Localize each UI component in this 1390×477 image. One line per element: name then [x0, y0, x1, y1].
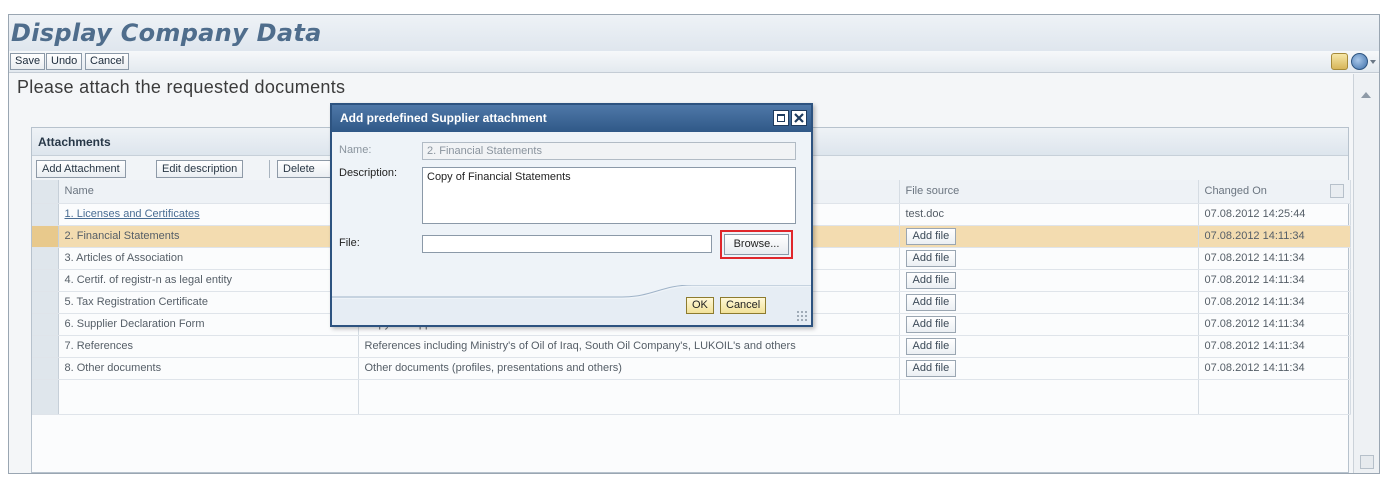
browse-highlight: Browse...	[720, 230, 793, 259]
personalize-icon[interactable]	[1331, 53, 1348, 70]
row-selector	[32, 379, 59, 415]
row-file-source: Add file	[899, 291, 1199, 314]
row-changed-on: 07.08.2012 14:11:34	[1198, 269, 1351, 292]
toolbar-icons	[1331, 53, 1376, 70]
save-button[interactable]: Save	[10, 53, 46, 70]
empty-cell	[58, 379, 359, 415]
row-description: Other documents (profiles, presentations…	[358, 357, 900, 380]
empty-cell	[358, 379, 900, 415]
row-selector[interactable]	[32, 203, 59, 226]
toolbar-separator	[269, 160, 270, 178]
row-name: 8. Other documents	[58, 357, 359, 380]
maximize-icon[interactable]	[773, 110, 789, 126]
row-name: 7. References	[58, 335, 359, 358]
add-file-button[interactable]: Add file	[905, 359, 957, 377]
dialog-title: Add predefined Supplier attachment	[340, 111, 547, 125]
table-row[interactable]: 7. References References including Minis…	[32, 335, 1351, 358]
app-window: Display Company Data Save Undo Cancel Pl…	[8, 14, 1380, 474]
row-selector[interactable]	[32, 357, 59, 380]
add-file-button[interactable]: Add file	[905, 227, 957, 245]
empty-row	[32, 379, 1351, 415]
description-label: Description:	[339, 167, 398, 179]
scroll-down-button[interactable]	[1360, 455, 1374, 469]
dialog-cancel-button[interactable]: Cancel	[720, 297, 767, 314]
attachment-name-link[interactable]: 1. Licenses and Certificates	[65, 208, 200, 220]
cancel-button[interactable]: Cancel	[85, 53, 130, 70]
row-file-source: Add file	[899, 313, 1199, 336]
scroll-up-icon[interactable]	[1361, 92, 1371, 98]
add-file-button[interactable]: Add file	[905, 315, 957, 333]
resize-grip-icon[interactable]	[796, 310, 808, 322]
row-name: 2. Financial Statements	[58, 225, 359, 248]
column-header-file-source[interactable]: File source	[899, 180, 1199, 204]
description-field[interactable]: Copy of Financial Statements	[422, 167, 796, 224]
row-changed-on: 07.08.2012 14:11:34	[1198, 225, 1351, 248]
ok-button[interactable]: OK	[686, 297, 714, 314]
name-field: 2. Financial Statements	[422, 142, 796, 160]
page-title: Display Company Data	[11, 19, 322, 47]
row-name: 6. Supplier Declaration Form	[58, 313, 359, 336]
table-row[interactable]: 8. Other documents Other documents (prof…	[32, 357, 1351, 380]
column-settings-button[interactable]	[1330, 184, 1344, 198]
add-file-button[interactable]: Add file	[905, 337, 957, 355]
row-file-source: Add file	[899, 225, 1199, 248]
title-bar: Display Company Data	[9, 15, 1379, 51]
close-icon[interactable]	[791, 110, 807, 126]
main-toolbar: Save Undo Cancel	[9, 51, 1379, 73]
add-file-button[interactable]: Add file	[905, 293, 957, 311]
browse-button[interactable]: Browse...	[724, 234, 789, 255]
row-file-source: test.doc	[899, 203, 1199, 226]
row-changed-on: 07.08.2012 14:11:34	[1198, 357, 1351, 380]
delete-button[interactable]: Delete	[277, 160, 337, 178]
add-file-button[interactable]: Add file	[905, 249, 957, 267]
row-selector[interactable]	[32, 291, 59, 314]
row-changed-on: 07.08.2012 14:25:44	[1198, 203, 1351, 226]
add-file-button[interactable]: Add file	[905, 271, 957, 289]
dialog-title-bar[interactable]: Add predefined Supplier attachment	[332, 105, 811, 132]
row-changed-on: 07.08.2012 14:11:34	[1198, 313, 1351, 336]
row-name: 1. Licenses and Certificates	[58, 203, 359, 226]
row-changed-on: 07.08.2012 14:11:34	[1198, 247, 1351, 270]
add-attachment-dialog: Add predefined Supplier attachment Name:…	[330, 103, 813, 327]
file-path-field[interactable]	[422, 235, 712, 253]
column-header-name[interactable]: Name	[58, 180, 359, 204]
row-name: 5. Tax Registration Certificate	[58, 291, 359, 314]
chevron-down-icon[interactable]	[1370, 60, 1376, 64]
row-selector[interactable]	[32, 313, 59, 336]
select-all-cell[interactable]	[32, 180, 59, 204]
empty-cell	[1198, 379, 1351, 415]
undo-button[interactable]: Undo	[46, 53, 83, 70]
row-name: 3. Articles of Association	[58, 247, 359, 270]
vertical-scrollbar[interactable]	[1353, 74, 1379, 473]
help-icon[interactable]	[1351, 53, 1368, 70]
row-description: References including Ministry's of Oil o…	[358, 335, 900, 358]
row-selector[interactable]	[32, 247, 59, 270]
row-file-source: Add file	[899, 247, 1199, 270]
instruction-text: Please attach the requested documents	[17, 77, 346, 97]
row-file-source: Add file	[899, 335, 1199, 358]
add-attachment-button[interactable]: Add Attachment	[36, 160, 126, 178]
edit-description-button[interactable]: Edit description	[156, 160, 244, 178]
attachments-title: Attachments	[38, 135, 111, 149]
row-selector[interactable]	[32, 269, 59, 292]
row-selector[interactable]	[32, 335, 59, 358]
row-changed-on: 07.08.2012 14:11:34	[1198, 335, 1351, 358]
row-selector[interactable]	[32, 225, 59, 248]
file-label: File:	[339, 237, 360, 249]
row-file-source: Add file	[899, 269, 1199, 292]
name-label: Name:	[339, 144, 372, 156]
row-name: 4. Certif. of registr-n as legal entity	[58, 269, 359, 292]
empty-cell	[899, 379, 1199, 415]
row-file-source: Add file	[899, 357, 1199, 380]
column-header-changed-on[interactable]: Changed On	[1198, 180, 1351, 204]
row-changed-on: 07.08.2012 14:11:34	[1198, 291, 1351, 314]
